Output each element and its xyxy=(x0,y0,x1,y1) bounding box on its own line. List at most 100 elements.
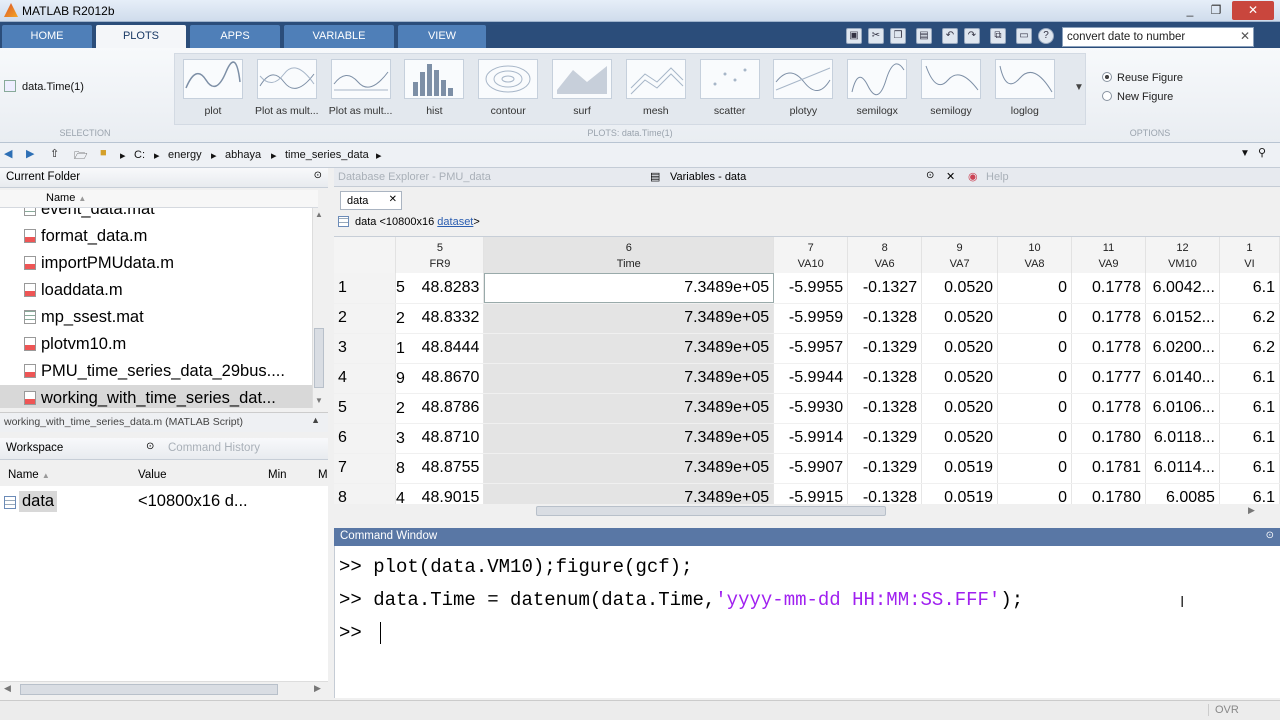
table-cell[interactable]: 6.0152... xyxy=(1145,303,1220,334)
table-cell[interactable]: 0.0519 xyxy=(921,483,999,504)
table-cell[interactable]: 6.1 xyxy=(1219,453,1280,484)
variables-tab[interactable]: Variables - data xyxy=(670,171,746,183)
file-item[interactable]: working_with_time_series_dat... xyxy=(0,385,312,408)
workspace-title[interactable]: Workspace xyxy=(6,442,63,454)
table-cell[interactable]: 0 xyxy=(997,393,1072,424)
row-header[interactable]: 22 xyxy=(334,303,405,334)
column-header-fr9[interactable]: 5 FR9 xyxy=(395,237,485,273)
path-dropdown-icon[interactable]: ▼ xyxy=(1240,148,1250,159)
ws-max-col[interactable]: M xyxy=(318,469,328,481)
scroll-up-icon[interactable]: ▲ xyxy=(315,210,323,219)
dataset-link[interactable]: dataset xyxy=(437,216,473,228)
table-cell[interactable]: -5.9907 xyxy=(773,453,849,484)
table-cell[interactable]: 6.2 xyxy=(1219,333,1280,364)
table-cell[interactable]: 0 xyxy=(997,333,1072,364)
command-window[interactable]: >> plot(data.VM10);figure(gcf); >> data.… xyxy=(334,546,1280,698)
gallery-item-plotyy[interactable]: plotyy xyxy=(769,57,837,123)
table-cell[interactable]: 7.3489e+05 xyxy=(483,363,775,394)
table-cell[interactable]: -0.1329 xyxy=(847,453,923,484)
search-folder-icon[interactable]: ⚲ xyxy=(1258,146,1266,159)
path-drive[interactable]: C: xyxy=(134,149,145,161)
table-cell[interactable]: -5.9957 xyxy=(773,333,849,364)
column-header-time[interactable]: 6 Time xyxy=(483,237,775,273)
gallery-item-contour[interactable]: contour xyxy=(474,57,542,123)
table-cell[interactable]: 0.0520 xyxy=(921,333,999,364)
table-cell[interactable]: 0.0520 xyxy=(921,273,999,304)
table-cell[interactable]: 6.0200... xyxy=(1145,333,1220,364)
table-cell[interactable]: 7.3489e+05 xyxy=(483,303,775,334)
up-folder-icon[interactable]: ⇧ xyxy=(50,147,59,160)
table-cell[interactable]: 7.3489e+05 xyxy=(483,423,775,454)
table-cell[interactable]: 6.2 xyxy=(1219,303,1280,334)
table-cell[interactable]: -0.1328 xyxy=(847,393,923,424)
tab-apps[interactable]: APPS xyxy=(190,25,280,48)
table-cell[interactable]: -5.9959 xyxy=(773,303,849,334)
column-header-va8[interactable]: 10 VA8 xyxy=(997,237,1072,273)
database-explorer-tab[interactable]: Database Explorer - PMU_data xyxy=(338,171,491,183)
table-cell[interactable]: -5.9914 xyxy=(773,423,849,454)
table-cell[interactable]: 0.1778 xyxy=(1071,333,1146,364)
scroll-right-icon[interactable]: ▶ xyxy=(314,683,321,694)
table-cell[interactable]: 48.8710 xyxy=(395,423,485,454)
table-cell[interactable]: 48.8332 xyxy=(395,303,485,334)
column-header-vm10[interactable]: 12 VM10 xyxy=(1145,237,1220,273)
gallery-item-hist[interactable]: hist xyxy=(400,57,468,123)
table-cell[interactable]: 48.8755 xyxy=(395,453,485,484)
column-header-va6[interactable]: 8 VA6 xyxy=(847,237,923,273)
save-icon[interactable]: ▣ xyxy=(846,28,862,44)
table-cell[interactable]: -0.1328 xyxy=(847,483,923,504)
table-cell[interactable]: 0.0520 xyxy=(921,423,999,454)
table-cell[interactable]: 6.0118... xyxy=(1145,423,1220,454)
table-cell[interactable]: 7.3489e+05 xyxy=(483,333,775,364)
forward-icon[interactable]: ▶ xyxy=(26,147,34,160)
back-icon[interactable]: ◀ xyxy=(4,147,12,160)
table-cell[interactable]: 48.8444 xyxy=(395,333,485,364)
ws-name-col[interactable]: Name ▲ xyxy=(8,469,50,481)
table-cell[interactable]: -5.9915 xyxy=(773,483,849,504)
path-energy[interactable]: energy xyxy=(168,149,202,161)
table-cell[interactable]: -0.1328 xyxy=(847,303,923,334)
expand-details-icon[interactable]: ▲ xyxy=(311,415,320,425)
cut-icon[interactable]: ✂ xyxy=(868,28,884,44)
table-cell[interactable]: -5.9930 xyxy=(773,393,849,424)
table-cell[interactable]: 6.1 xyxy=(1219,423,1280,454)
file-item[interactable]: plotvm10.m xyxy=(0,331,312,358)
path-time-series-data[interactable]: time_series_data xyxy=(285,149,369,161)
close-button[interactable]: ✕ xyxy=(1232,1,1274,20)
scroll-thumb[interactable] xyxy=(20,684,278,695)
workspace-row[interactable]: data <10800x16 d... xyxy=(0,490,328,516)
row-header[interactable]: 52 xyxy=(334,393,405,424)
gallery-item-semilogx[interactable]: semilogx xyxy=(843,57,911,123)
table-cell[interactable]: -5.9955 xyxy=(773,273,849,304)
panel-menu-icon[interactable]: ⊙ xyxy=(146,441,154,452)
table-cell[interactable]: 48.9015 xyxy=(395,483,485,504)
table-cell[interactable]: 6.0042... xyxy=(1145,273,1220,304)
table-cell[interactable]: 0.1778 xyxy=(1071,303,1146,334)
table-cell[interactable]: 0 xyxy=(997,363,1072,394)
table-cell[interactable]: 0 xyxy=(997,273,1072,304)
scroll-thumb[interactable] xyxy=(536,506,886,516)
table-cell[interactable]: -0.1329 xyxy=(847,423,923,454)
scroll-down-icon[interactable]: ▼ xyxy=(315,396,323,405)
table-cell[interactable]: 0.1778 xyxy=(1071,393,1146,424)
gallery-item-plot-as-multiple-series-alt[interactable]: Plot as mult... xyxy=(327,57,395,123)
file-item[interactable]: mp_ssest.mat xyxy=(0,304,312,331)
panel-menu-icon[interactable]: ⊙ xyxy=(1266,530,1274,541)
table-cell[interactable]: -5.9944 xyxy=(773,363,849,394)
table-cell[interactable]: 0.0520 xyxy=(921,393,999,424)
table-cell[interactable]: 6.0114... xyxy=(1145,453,1220,484)
table-cell[interactable]: 7.3489e+05 xyxy=(483,453,775,484)
column-header-va9[interactable]: 11 VA9 xyxy=(1071,237,1146,273)
table-cell[interactable]: -0.1327 xyxy=(847,273,923,304)
row-header[interactable]: 78 xyxy=(334,453,405,484)
tab-home[interactable]: HOME xyxy=(2,25,92,48)
layout-icon[interactable]: ▭ xyxy=(1016,28,1032,44)
search-clear-icon[interactable]: ✕ xyxy=(1238,29,1252,45)
ws-min-col[interactable]: Min xyxy=(268,469,287,481)
new-figure-option[interactable]: New Figure xyxy=(1102,91,1173,103)
column-header-va10[interactable]: 7 VA10 xyxy=(773,237,849,273)
table-cell[interactable]: 0 xyxy=(997,453,1072,484)
table-cell[interactable]: 0.0520 xyxy=(921,363,999,394)
tab-plots[interactable]: PLOTS xyxy=(96,25,186,48)
selected-variable[interactable]: data.Time(1) xyxy=(4,80,84,93)
